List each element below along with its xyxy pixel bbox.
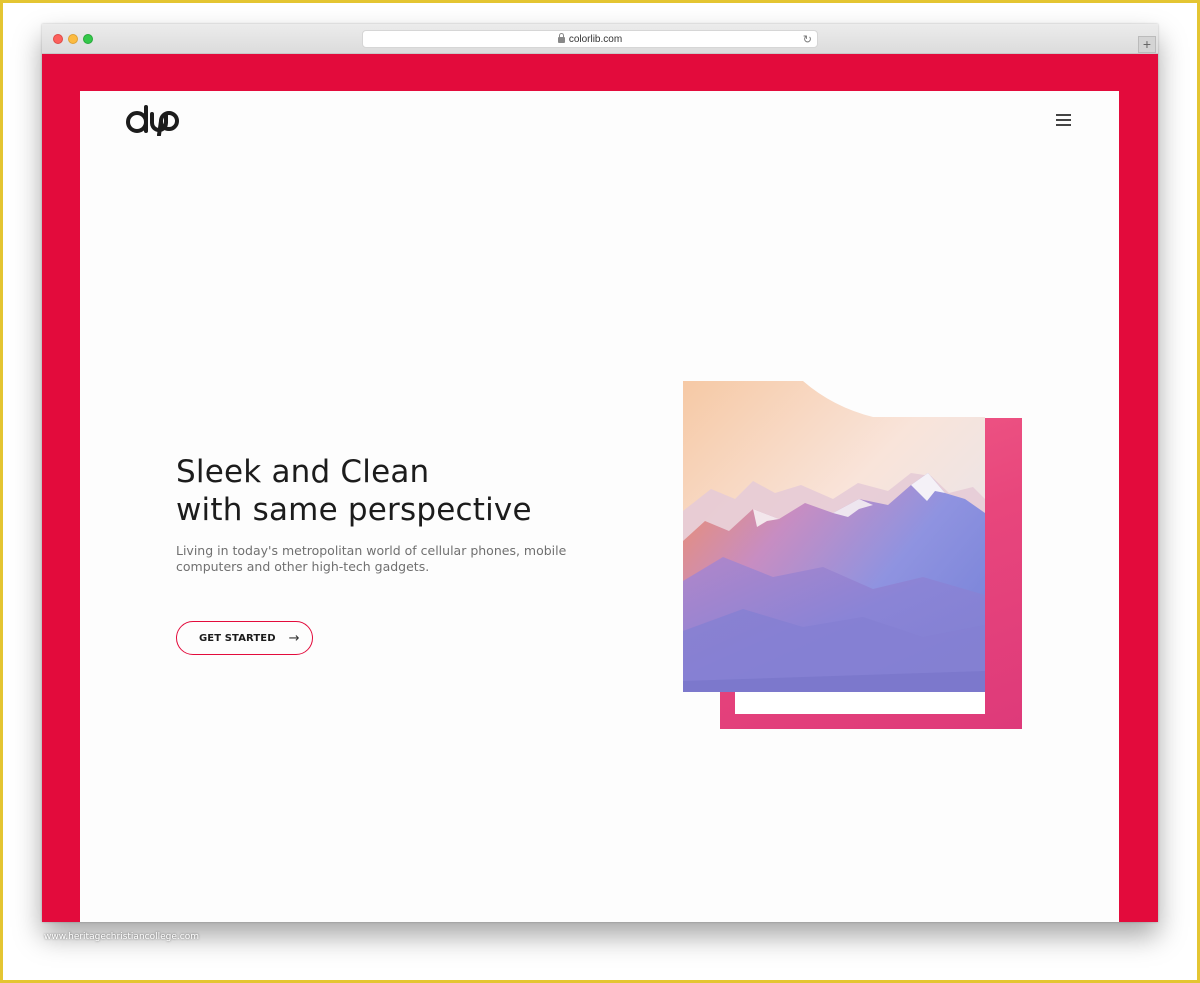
browser-titlebar: colorlib.com ↻ + bbox=[42, 24, 1158, 54]
get-started-button[interactable]: GET STARTED → bbox=[176, 621, 313, 655]
address-bar[interactable]: colorlib.com ↻ bbox=[362, 30, 818, 48]
lock-icon bbox=[557, 33, 565, 43]
get-started-label: GET STARTED bbox=[199, 632, 276, 644]
close-window-button[interactable] bbox=[53, 34, 63, 44]
plus-icon[interactable]: + bbox=[1138, 36, 1156, 53]
url-text: colorlib.com bbox=[568, 33, 623, 45]
hero-description-line-1: Living in today's metropolitan world of … bbox=[176, 543, 567, 558]
reload-icon[interactable]: ↻ bbox=[803, 33, 812, 46]
hero-title: Sleek and Clean with same perspective bbox=[176, 453, 656, 529]
mountain-image bbox=[683, 381, 985, 692]
maximize-window-button[interactable] bbox=[83, 34, 93, 44]
hero-description-line-2: computers and other high-tech gadgets. bbox=[176, 559, 430, 574]
hero-title-line-2: with same perspective bbox=[176, 492, 532, 528]
page-content: Sleek and Clean with same perspective Li… bbox=[80, 91, 1119, 922]
logo[interactable] bbox=[125, 104, 181, 136]
hero-title-line-1: Sleek and Clean bbox=[176, 454, 430, 490]
hamburger-menu-icon[interactable] bbox=[1056, 114, 1071, 126]
browser-window: colorlib.com ↻ + Sleek and Clean with sa… bbox=[42, 24, 1158, 922]
minimize-window-button[interactable] bbox=[68, 34, 78, 44]
hero-description: Living in today's metropolitan world of … bbox=[176, 543, 596, 575]
arrow-right-icon: → bbox=[288, 630, 300, 646]
watermark: www.heritagechristiancollege.com bbox=[44, 932, 199, 942]
